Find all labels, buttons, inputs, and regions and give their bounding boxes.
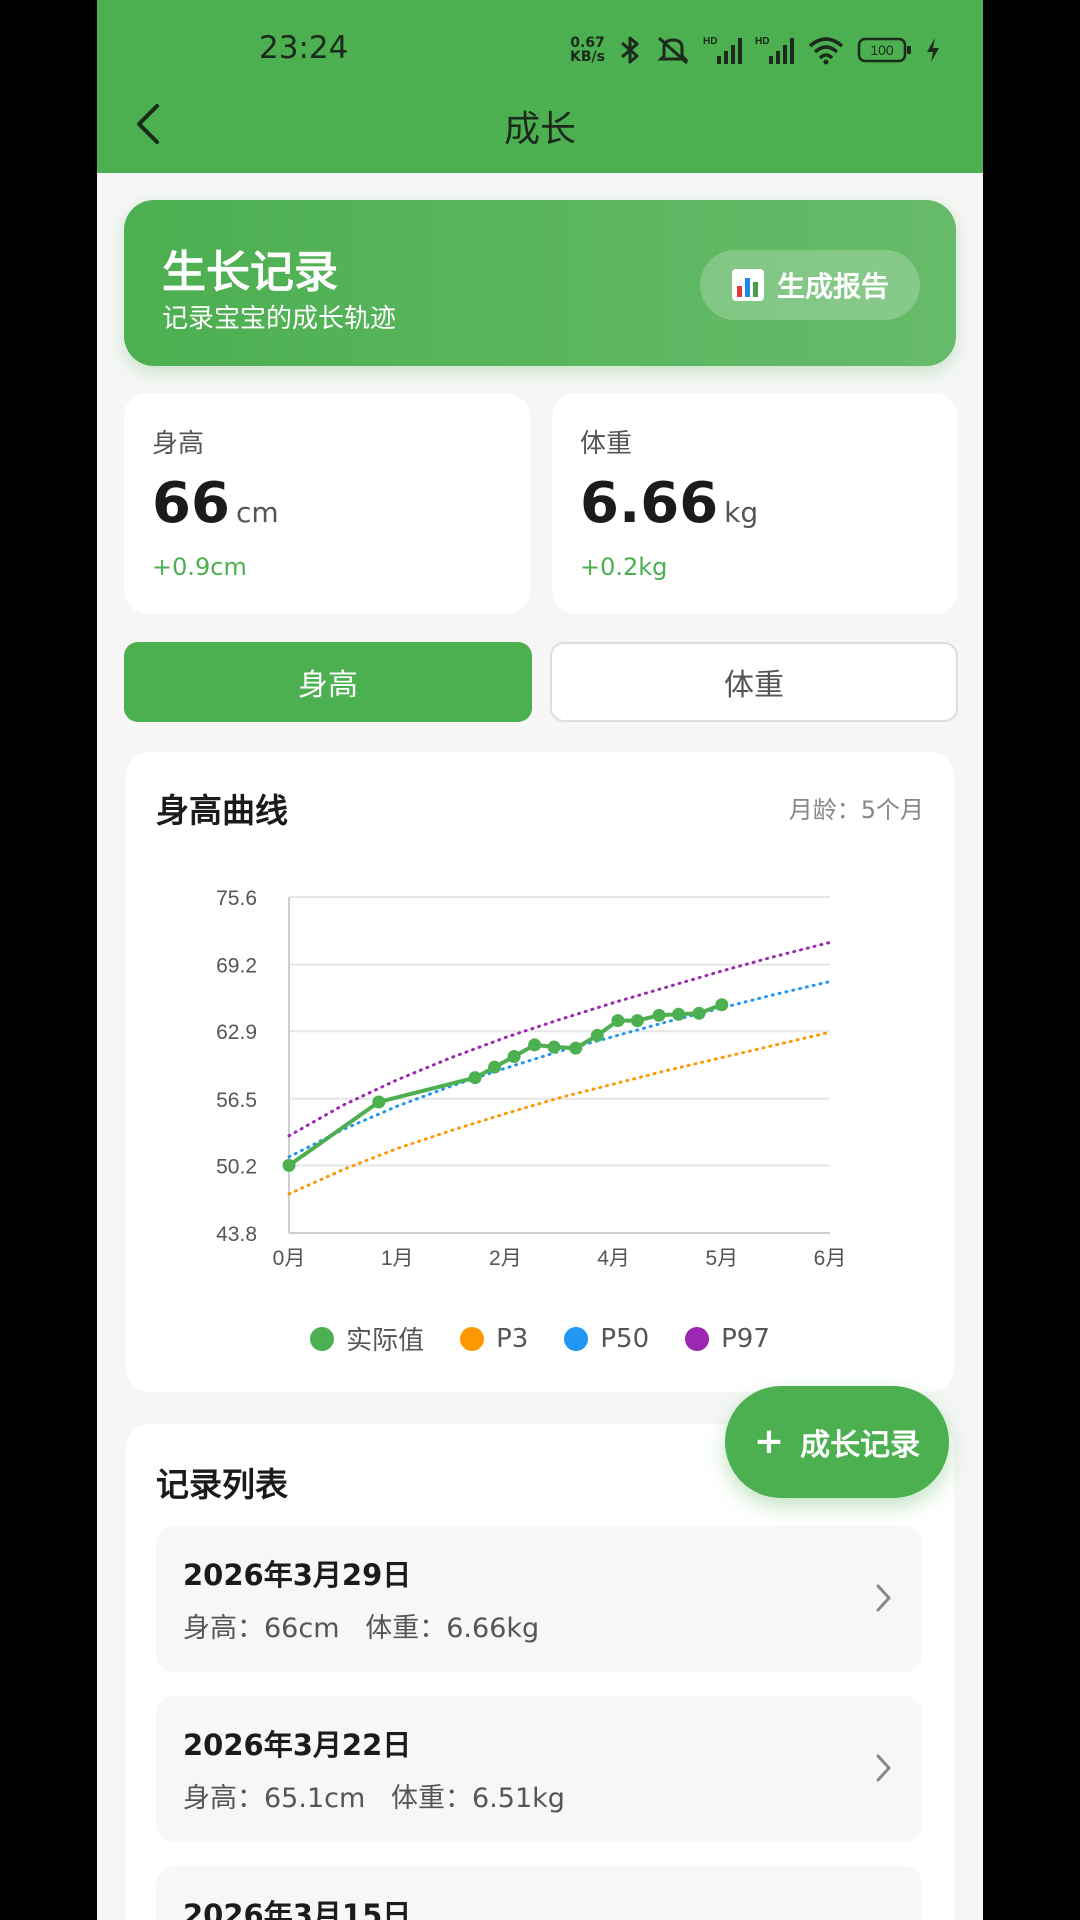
x-tick-label: 5月 — [705, 1247, 738, 1270]
banner-subtitle: 记录宝宝的成长轨迹 — [162, 304, 397, 334]
svg-text:HD: HD — [703, 36, 717, 47]
x-tick-label: 4月 — [597, 1247, 630, 1270]
status-icons: 0.67 KB/s HD HD 100 — [570, 34, 941, 66]
top-bar: 23:24 0.67 KB/s HD HD 100 成长 — [97, 0, 983, 173]
add-growth-record-label: 成长记录 — [800, 1428, 921, 1463]
x-tick-label: 0月 — [273, 1247, 306, 1270]
svg-text:100: 100 — [870, 42, 894, 58]
data-point — [528, 1038, 542, 1052]
legend-swatch — [685, 1326, 710, 1351]
data-point — [590, 1028, 604, 1042]
growth-banner: 生长记录 记录宝宝的成长轨迹 生成报告 — [124, 200, 956, 366]
height-label: 身高 — [152, 429, 205, 459]
svg-text:HD: HD — [755, 36, 769, 47]
chart-legend: 实际值 P3 P50 P97 — [126, 1320, 954, 1357]
hd-signal-icon: HD — [755, 36, 794, 64]
record-detail: 身高：66cm 体重：6.66kg — [183, 1613, 540, 1644]
legend-item: P97 — [685, 1320, 770, 1357]
chevron-right-icon — [876, 1754, 891, 1782]
status-time: 23:24 — [259, 30, 349, 66]
bar-chart-icon — [731, 269, 764, 301]
y-tick-label: 56.5 — [216, 1089, 257, 1112]
data-point — [569, 1041, 583, 1055]
record-item[interactable]: 2026年3月22日 身高：65.1cm 体重：6.51kg — [156, 1696, 922, 1842]
generate-report-label: 生成报告 — [776, 270, 889, 303]
legend-swatch — [460, 1326, 485, 1351]
legend-label: P3 — [496, 1323, 529, 1354]
series-line-P3 — [287, 1030, 832, 1196]
x-tick-label: 1月 — [381, 1247, 414, 1270]
x-tick-label: 2月 — [489, 1247, 522, 1270]
legend-label: 实际值 — [346, 1326, 425, 1356]
record-detail: 身高：65.1cm 体重：6.51kg — [183, 1783, 565, 1814]
legend-item: 实际值 — [310, 1320, 424, 1357]
legend-label: P97 — [721, 1323, 770, 1354]
y-tick-label: 62.9 — [216, 1021, 257, 1044]
legend-swatch — [310, 1326, 335, 1351]
page-title: 成长 — [503, 109, 576, 150]
data-point — [372, 1095, 386, 1109]
legend-item: P3 — [460, 1320, 528, 1357]
data-point — [507, 1050, 521, 1064]
add-growth-record-button[interactable]: + 成长记录 — [725, 1386, 949, 1498]
y-tick-label: 69.2 — [216, 955, 257, 978]
tab-weight[interactable]: 体重 — [550, 642, 958, 722]
data-point — [282, 1158, 296, 1172]
record-date: 2026年3月15日 — [183, 1898, 412, 1920]
series-line-实际值 — [287, 1002, 724, 1168]
wifi-icon — [808, 37, 844, 65]
legend-label: P50 — [600, 1323, 650, 1354]
record-date: 2026年3月22日 — [183, 1728, 412, 1762]
data-point — [611, 1014, 625, 1028]
list-title: 记录列表 — [156, 1465, 288, 1504]
x-tick-label: 6月 — [814, 1247, 847, 1270]
legend-swatch — [564, 1326, 589, 1351]
legend-item: P50 — [564, 1320, 649, 1357]
data-point — [630, 1014, 644, 1028]
data-point — [468, 1071, 482, 1085]
chart-title: 身高曲线 — [156, 791, 288, 830]
data-point — [672, 1007, 686, 1021]
data-point — [715, 998, 729, 1012]
record-date: 2026年3月29日 — [183, 1558, 412, 1592]
age-label: 月龄：5个月 — [788, 796, 924, 824]
height-stat-card: 身高 66 cm +0.9cm — [124, 393, 530, 614]
data-point — [652, 1008, 666, 1022]
y-tick-label: 43.8 — [216, 1223, 257, 1246]
hd-signal-icon: HD — [703, 36, 742, 64]
generate-report-button[interactable]: 生成报告 — [700, 250, 920, 320]
weight-unit: kg — [724, 496, 759, 529]
battery-icon: 100 — [857, 37, 911, 63]
bluetooth-icon — [621, 36, 639, 64]
height-unit: cm — [235, 496, 279, 529]
height-delta: +0.9cm — [152, 553, 247, 581]
tab-height[interactable]: 身高 — [124, 642, 532, 722]
weight-value: 6.66 kg — [580, 471, 759, 536]
app-screen: 23:24 0.67 KB/s HD HD 100 成长 生长记录 记录宝宝的成… — [97, 0, 983, 1920]
y-tick-label: 50.2 — [216, 1155, 257, 1178]
weight-label: 体重 — [580, 429, 633, 459]
banner-title: 生长记录 — [162, 247, 338, 298]
weight-stat-card: 体重 6.66 kg +0.2kg — [552, 393, 958, 614]
record-item[interactable]: 2026年3月29日 身高：66cm 体重：6.66kg — [156, 1526, 922, 1672]
height-chart-card: 身高曲线 月龄：5个月 43.8 50.2 56.5 62.9 69.2 75.6 0月 1月… — [126, 752, 954, 1392]
plus-icon: + — [753, 1421, 785, 1462]
chevron-right-icon — [876, 1584, 891, 1612]
data-point — [547, 1040, 561, 1054]
record-item[interactable]: 2026年3月15日 — [156, 1866, 922, 1920]
series-line-P50 — [287, 980, 832, 1159]
records-list-card: 记录列表 2026年3月29日 身高：66cm 体重：6.66kg 2026年3… — [126, 1424, 954, 1920]
mute-icon — [657, 36, 689, 65]
y-tick-label: 75.6 — [216, 887, 257, 910]
data-point — [692, 1006, 706, 1020]
weight-delta: +0.2kg — [580, 553, 668, 581]
data-point — [488, 1060, 502, 1074]
height-value: 66 cm — [152, 471, 279, 536]
net-speed: 0.67 KB/s — [570, 35, 605, 65]
charging-icon — [927, 38, 939, 62]
height-growth-chart: 43.8 50.2 56.5 62.9 69.2 75.6 0月 1月 2月 4月 5月 6月 — [216, 887, 847, 1270]
